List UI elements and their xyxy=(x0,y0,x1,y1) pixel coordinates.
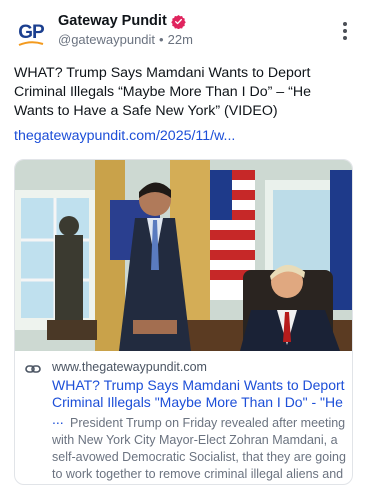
avatar-monogram: GP xyxy=(18,22,44,43)
post-link[interactable]: thegatewaypundit.com/2025/11/w... xyxy=(14,128,235,144)
name-row: Gateway Pundit xyxy=(58,13,186,29)
link-chain-icon xyxy=(25,365,41,373)
display-name[interactable]: Gateway Pundit xyxy=(58,13,167,29)
handle-row: @gatewaypundit • 22m xyxy=(58,32,193,47)
link-preview-card[interactable]: www.thegatewaypundit.com WHAT? Trump Say… xyxy=(14,159,353,485)
post-time[interactable]: 22m xyxy=(168,32,193,47)
account-handle[interactable]: @gatewaypundit xyxy=(58,32,155,47)
more-options-icon[interactable] xyxy=(337,20,353,42)
card-description: President Trump on Friday revealed after… xyxy=(52,416,346,481)
verified-badge-icon xyxy=(171,14,186,29)
meta-separator: • xyxy=(159,32,164,47)
article-image[interactable] xyxy=(15,160,353,351)
post-text: WHAT? Trump Says Mamdani Wants to Deport… xyxy=(14,65,311,119)
account-avatar[interactable]: GP xyxy=(12,14,50,52)
card-meta: www.thegatewaypundit.com WHAT? Trump Say… xyxy=(15,351,352,484)
card-domain[interactable]: www.thegatewaypundit.com xyxy=(52,360,207,374)
